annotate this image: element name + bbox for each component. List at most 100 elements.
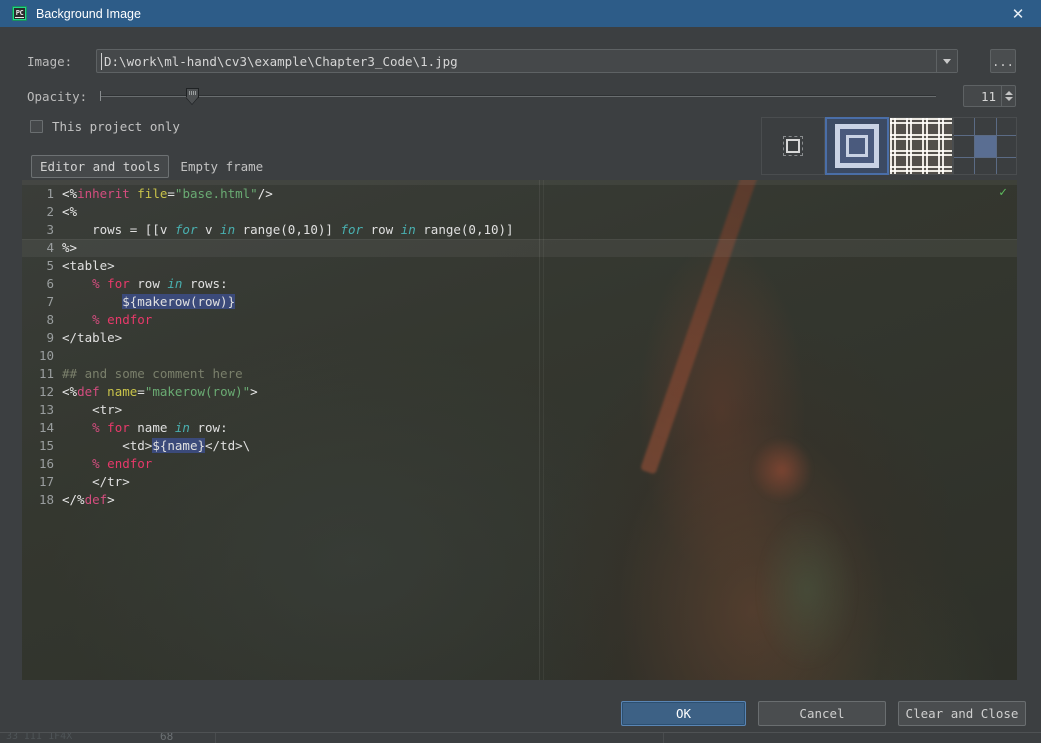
close-icon[interactable]: ✕ xyxy=(995,0,1041,27)
code-token: = xyxy=(167,186,175,201)
clear-and-close-button[interactable]: Clear and Close xyxy=(898,701,1026,726)
code-line[interactable]: 2 <% xyxy=(22,203,1017,221)
code-token: <% xyxy=(62,384,78,399)
code-editor-content[interactable]: 1 <%inherit file="base.html"/> 2 <% 3 rows =… xyxy=(22,185,1017,509)
dialog-title: Background Image xyxy=(36,6,141,21)
code-token: "base.html" xyxy=(174,186,258,201)
stepper-arrows[interactable] xyxy=(1001,86,1015,106)
code-token: in xyxy=(400,222,416,237)
line-number: 13 xyxy=(38,402,54,417)
fill-mode-selector[interactable] xyxy=(761,117,1017,175)
code-token: /> xyxy=(257,186,273,201)
code-token: inherit xyxy=(77,186,130,201)
code-token: <td> xyxy=(62,438,153,453)
fill-mode-grid[interactable] xyxy=(953,117,1017,175)
code-line[interactable]: 5 <table> xyxy=(22,257,1017,275)
code-line[interactable]: 1 <%inherit file="base.html"/> xyxy=(22,185,1017,203)
code-line[interactable]: 17 </tr> xyxy=(22,473,1017,491)
fill-mode-scale[interactable] xyxy=(825,117,889,175)
code-line[interactable]: 11 ## and some comment here xyxy=(22,365,1017,383)
line-number: 6 xyxy=(46,276,54,291)
code-token: > xyxy=(250,384,258,399)
line-number: 14 xyxy=(38,420,54,435)
line-number: 9 xyxy=(46,330,54,345)
code-token: in xyxy=(167,276,183,291)
code-token: rows = [[v xyxy=(62,222,175,237)
code-token: def xyxy=(77,384,100,399)
code-token: row xyxy=(363,222,401,237)
tab-empty-frame[interactable]: Empty frame xyxy=(171,155,272,178)
pycharm-icon: PC xyxy=(12,6,27,21)
code-token: in xyxy=(174,420,190,435)
code-line[interactable]: 10 xyxy=(22,347,1017,365)
code-line[interactable]: 16 % endfor xyxy=(22,455,1017,473)
fill-mode-center[interactable] xyxy=(761,117,825,175)
checkbox-box[interactable] xyxy=(30,120,43,133)
code-line[interactable]: 13 <tr> xyxy=(22,401,1017,419)
code-token: <% xyxy=(62,186,78,201)
dialog-footer: OK Cancel Clear and Close xyxy=(0,692,1041,733)
preview-tabs[interactable]: Editor and tools Empty frame xyxy=(31,155,272,178)
code-token: rows: xyxy=(182,276,228,291)
code-line[interactable]: 18 </%def> xyxy=(22,491,1017,509)
this-project-only-checkbox[interactable]: This project only xyxy=(30,119,180,134)
opacity-stepper[interactable]: 11 xyxy=(963,85,1016,107)
code-token: ${name} xyxy=(152,438,205,453)
chevron-down-icon[interactable] xyxy=(936,50,957,72)
footer-divider xyxy=(0,732,1041,733)
code-token: for xyxy=(107,420,130,435)
image-path-value[interactable]: D:\work\ml-hand\cv3\example\Chapter3_Cod… xyxy=(97,54,936,69)
code-line[interactable]: 15 <td>${name}</td>\ xyxy=(22,437,1017,455)
code-token: ${makerow(row)} xyxy=(122,294,236,309)
stepper-up-icon[interactable] xyxy=(1004,91,1013,95)
opacity-value[interactable]: 11 xyxy=(964,89,1001,104)
code-token: % xyxy=(92,276,100,291)
fill-mode-tile[interactable] xyxy=(889,117,953,175)
code-token: name xyxy=(129,420,175,435)
code-token: <tr> xyxy=(62,402,123,417)
line-number: 15 xyxy=(38,438,54,453)
tab-editor-and-tools[interactable]: Editor and tools xyxy=(31,155,170,178)
slider-thumb[interactable] xyxy=(186,88,199,104)
code-line[interactable]: 6 % for row in rows: xyxy=(22,275,1017,293)
checkbox-label: This project only xyxy=(52,119,180,134)
code-line[interactable]: 12 <%def name="makerow(row)"> xyxy=(22,383,1017,401)
line-number: 12 xyxy=(38,384,54,399)
code-token: range(0,10)] xyxy=(415,222,514,237)
code-token: % xyxy=(92,312,100,327)
ok-button[interactable]: OK xyxy=(621,701,746,726)
opacity-slider[interactable] xyxy=(100,88,936,104)
code-token: % xyxy=(92,456,100,471)
code-token: range(0,10)] xyxy=(235,222,341,237)
code-token: v xyxy=(197,222,221,237)
code-line[interactable]: 4 %> xyxy=(22,239,1017,257)
code-token: endfor xyxy=(107,312,153,327)
code-line[interactable]: 3 rows = [[v for v in range(0,10)] for r… xyxy=(22,221,1017,239)
preview-pane[interactable]: ✓ 1 <%inherit file="base.html"/> 2 <% 3 rows… xyxy=(22,180,1017,680)
stepper-down-icon[interactable] xyxy=(1004,97,1013,101)
code-line[interactable]: 8 % endfor xyxy=(22,311,1017,329)
code-line[interactable]: 7 ${makerow(row)} xyxy=(22,293,1017,311)
browse-button[interactable]: ... xyxy=(990,49,1016,73)
code-line[interactable]: 14 % for name in row: xyxy=(22,419,1017,437)
code-token: for xyxy=(174,222,198,237)
code-token: </td>\ xyxy=(205,438,251,453)
code-token: "makerow(row)" xyxy=(144,384,251,399)
line-number: 1 xyxy=(46,186,54,201)
code-token: row xyxy=(129,276,168,291)
line-number: 7 xyxy=(46,294,54,309)
image-label: Image: xyxy=(27,54,73,69)
code-line[interactable]: 9 </table> xyxy=(22,329,1017,347)
cancel-button[interactable]: Cancel xyxy=(758,701,886,726)
slider-track[interactable] xyxy=(100,95,936,97)
opacity-label: Opacity: xyxy=(27,89,88,104)
code-token: for xyxy=(340,222,364,237)
line-number: 18 xyxy=(38,492,54,507)
code-token: </tr> xyxy=(62,474,130,489)
code-token: % xyxy=(92,420,100,435)
code-token: for xyxy=(107,276,130,291)
line-number: 16 xyxy=(38,456,54,471)
line-number: 3 xyxy=(46,222,54,237)
line-number: 17 xyxy=(38,474,54,489)
image-path-input[interactable]: D:\work\ml-hand\cv3\example\Chapter3_Cod… xyxy=(96,49,958,73)
